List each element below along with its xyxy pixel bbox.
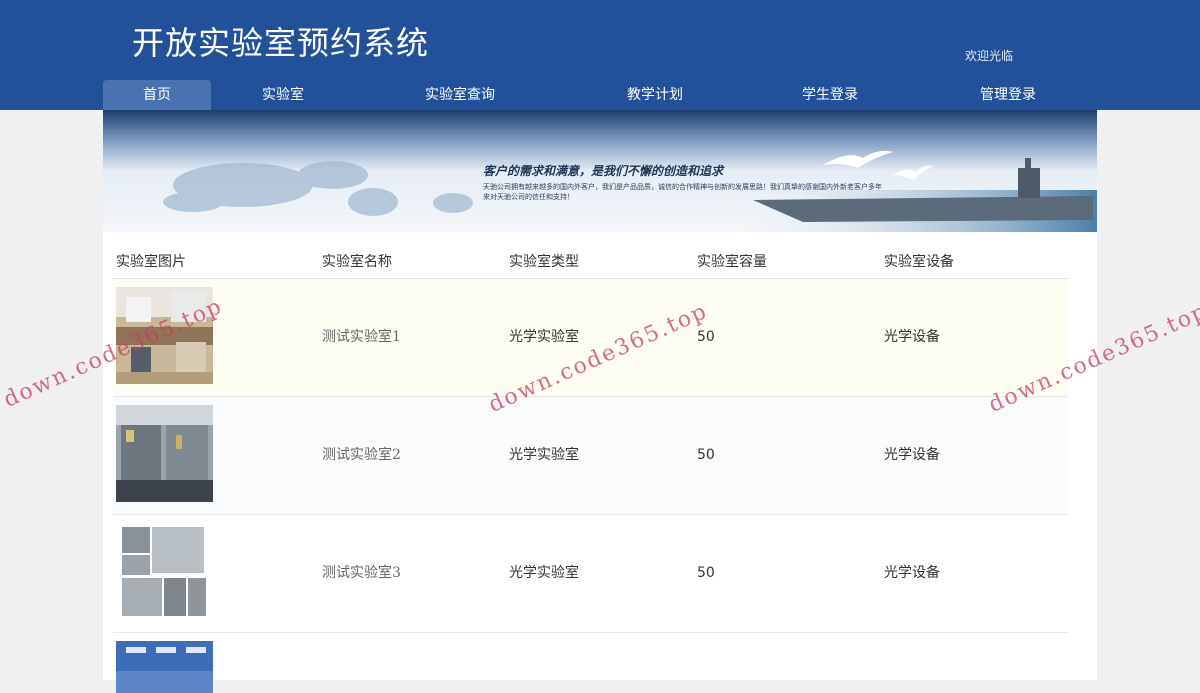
lab-photo[interactable] (116, 641, 213, 693)
nav-item-admin-login[interactable]: 管理登录 (953, 80, 1063, 110)
lab-name[interactable]: 测试实验室3 (322, 515, 401, 632)
table-header: 实验室图片 实验室名称 实验室类型 实验室容量 实验室设备 (113, 232, 1068, 279)
lab-type: 光学实验室 (509, 565, 579, 581)
lab-photo[interactable] (116, 287, 213, 384)
nav-item-labs[interactable]: 实验室 (233, 80, 333, 110)
table-row: 测试实验室3 光学实验室 50 光学设备 (113, 515, 1068, 633)
table-row (113, 633, 1068, 693)
lab-capacity: 50 (697, 329, 715, 345)
lab-photo[interactable] (116, 523, 213, 620)
site-header: 开放实验室预约系统 欢迎光临 首页 实验室 实验室查询 教学计划 学生登录 管理… (0, 0, 1200, 110)
nav-item-student-login[interactable]: 学生登录 (775, 80, 885, 110)
lab-equipment: 光学设备 (884, 447, 940, 463)
nav-item-home[interactable]: 首页 (103, 80, 211, 110)
lab-photo[interactable] (116, 405, 213, 502)
table-row: 测试实验室1 光学实验室 50 光学设备 (113, 279, 1068, 397)
lab-name[interactable]: 测试实验室1 (322, 279, 401, 396)
table-row: 测试实验室2 光学实验室 50 光学设备 (113, 397, 1068, 515)
lab-table: 实验室图片 实验室名称 实验室类型 实验室容量 实验室设备 测试实验室1 光学实… (113, 232, 1068, 693)
lab-type: 光学实验室 (509, 447, 579, 463)
site-title: 开放实验室预约系统 (132, 24, 430, 62)
lab-equipment: 光学设备 (884, 565, 940, 581)
main-nav: 首页 实验室 实验室查询 教学计划 学生登录 管理登录 (0, 80, 1200, 110)
welcome-text: 欢迎光临 (965, 49, 1014, 63)
lab-type: 光学实验室 (509, 329, 579, 345)
lab-equipment: 光学设备 (884, 329, 940, 345)
banner-slogan: 客户的需求和满意，是我们不懈的创造和追求 (483, 164, 724, 178)
lab-capacity: 50 (697, 565, 715, 581)
banner: 客户的需求和满意，是我们不懈的创造和追求 天驰公司拥有越来越多的国内外客户，我们… (103, 110, 1097, 232)
nav-item-teaching-plan[interactable]: 教学计划 (600, 80, 710, 110)
lab-capacity: 50 (697, 447, 715, 463)
lab-name[interactable]: 测试实验室2 (322, 397, 401, 514)
main-content: 客户的需求和满意，是我们不懈的创造和追求 天驰公司拥有越来越多的国内外客户，我们… (103, 110, 1097, 693)
banner-subtext: 天驰公司拥有越来越多的国内外客户，我们是产品品质，诚信的合作精神与创新的发展思路… (483, 183, 882, 201)
nav-item-lab-search[interactable]: 实验室查询 (400, 80, 520, 110)
